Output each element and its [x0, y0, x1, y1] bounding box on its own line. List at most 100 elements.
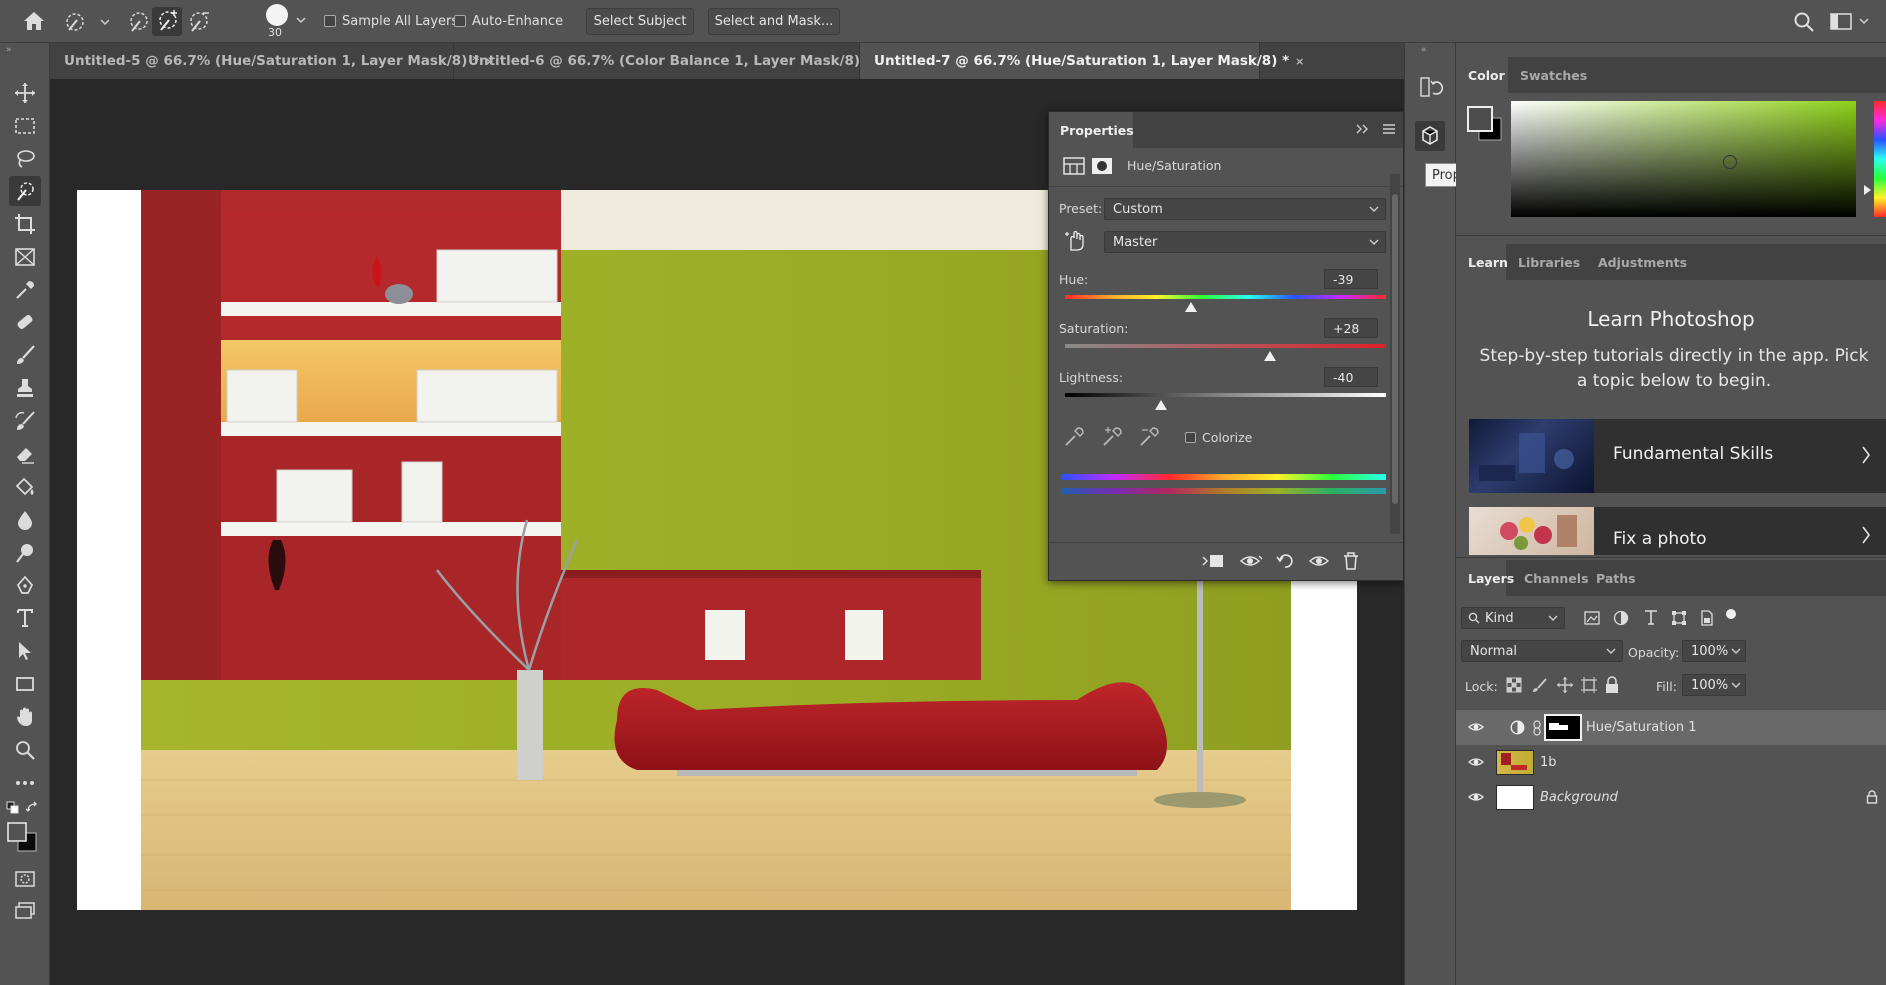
layer-mask-thumbnail[interactable]: [1544, 714, 1582, 741]
eyedropper-tool-icon[interactable]: [9, 275, 41, 305]
filter-smart-object-icon[interactable]: [1699, 610, 1715, 626]
hand-tool-icon[interactable]: [9, 702, 41, 732]
swap-colors-icon[interactable]: [26, 801, 40, 815]
lightness-slider-thumb[interactable]: [1155, 400, 1168, 410]
path-selection-tool-icon[interactable]: [9, 636, 41, 666]
reset-icon[interactable]: [1275, 551, 1295, 571]
lasso-tool-icon[interactable]: [9, 144, 41, 174]
more-tools-icon[interactable]: [9, 768, 41, 798]
expand-icon[interactable]: «: [1421, 45, 1427, 55]
collapse-panel-icon[interactable]: [1355, 123, 1369, 135]
workspace-icon[interactable]: [1830, 12, 1870, 32]
chevron-down-icon[interactable]: [1731, 647, 1741, 655]
filter-toggle[interactable]: [1726, 609, 1736, 619]
move-tool-icon[interactable]: [9, 78, 41, 108]
quick-selection-tool-preset-icon[interactable]: [63, 10, 109, 34]
history-brush-tool-icon[interactable]: [9, 406, 41, 436]
clip-to-layer-icon[interactable]: [1201, 552, 1225, 570]
close-icon[interactable]: ×: [1295, 55, 1304, 68]
new-selection-brush-icon[interactable]: [124, 9, 152, 35]
lock-transparent-icon[interactable]: [1506, 677, 1522, 693]
brush-size-preview[interactable]: [266, 4, 288, 26]
tutorial-card-fundamental-skills[interactable]: Fundamental Skills: [1469, 419, 1886, 493]
quick-selection-tool-icon[interactable]: [9, 176, 41, 206]
history-panel-icon[interactable]: [1419, 75, 1443, 99]
hue-slider-track[interactable]: [1065, 295, 1386, 299]
filter-shape-icon[interactable]: [1671, 610, 1687, 626]
filter-type-icon[interactable]: [1643, 609, 1659, 625]
paint-bucket-tool-icon[interactable]: [9, 472, 41, 502]
channel-dropdown[interactable]: Master: [1104, 231, 1386, 253]
hue-value-input[interactable]: -39: [1324, 269, 1378, 289]
eye-icon[interactable]: [1468, 791, 1484, 803]
tab-learn[interactable]: Learn: [1456, 244, 1508, 280]
tab-adjustments[interactable]: Adjustments: [1586, 244, 1699, 280]
eraser-tool-icon[interactable]: [9, 439, 41, 469]
properties-panel-icon[interactable]: [1415, 121, 1445, 151]
tab-paths[interactable]: Paths: [1584, 560, 1648, 596]
auto-enhance-checkbox[interactable]: [454, 15, 466, 27]
add-to-selection-brush-icon[interactable]: [152, 7, 182, 36]
eyedropper-plus-icon[interactable]: [1101, 426, 1123, 448]
dodge-tool-icon[interactable]: [9, 538, 41, 568]
default-colors-icon[interactable]: [6, 801, 20, 815]
properties-panel[interactable]: Properties Hue/Saturation Preset: Custom…: [1048, 111, 1404, 581]
rectangle-tool-icon[interactable]: [9, 669, 41, 699]
clone-stamp-tool-icon[interactable]: [9, 373, 41, 403]
link-icon[interactable]: [1532, 720, 1542, 736]
select-subject-button[interactable]: Select Subject: [586, 8, 694, 35]
filter-pixel-icon[interactable]: [1584, 610, 1600, 626]
layer-row-background[interactable]: Background: [1456, 780, 1886, 815]
select-and-mask-button[interactable]: Select and Mask...: [708, 8, 840, 35]
blur-tool-icon[interactable]: [9, 505, 41, 535]
opacity-field[interactable]: 100%: [1682, 640, 1746, 662]
quick-mask-icon[interactable]: [9, 864, 41, 894]
lock-pixels-icon[interactable]: [1532, 677, 1548, 693]
crop-tool-icon[interactable]: [9, 209, 41, 239]
saturation-slider-thumb[interactable]: [1264, 351, 1277, 361]
filter-adjustment-icon[interactable]: [1613, 610, 1629, 626]
lightness-slider-track[interactable]: [1065, 393, 1386, 397]
screen-mode-icon[interactable]: [9, 896, 41, 926]
eye-icon[interactable]: [1468, 721, 1484, 733]
chevron-down-icon[interactable]: [1731, 681, 1741, 689]
blend-mode-dropdown[interactable]: Normal: [1461, 640, 1623, 662]
trash-icon[interactable]: [1343, 552, 1359, 570]
eyedropper-icon[interactable]: [1063, 426, 1085, 448]
home-icon[interactable]: [22, 10, 46, 32]
chevron-down-icon[interactable]: [296, 16, 306, 24]
eyedropper-minus-icon[interactable]: [1138, 426, 1160, 448]
type-tool-icon[interactable]: [9, 603, 41, 633]
tutorial-card-fix-a-photo[interactable]: Fix a photo: [1469, 507, 1886, 555]
preset-dropdown[interactable]: Custom: [1104, 198, 1386, 220]
layer-mask-icon[interactable]: [1091, 157, 1113, 175]
layer-filter-dropdown[interactable]: Kind: [1461, 607, 1565, 629]
subtract-from-selection-brush-icon[interactable]: [184, 9, 212, 35]
hue-slider-thumb[interactable]: [1184, 302, 1197, 312]
saturation-slider-track[interactable]: [1065, 344, 1386, 348]
eye-icon[interactable]: [1468, 756, 1484, 768]
saturation-value-input[interactable]: +28: [1324, 318, 1378, 338]
tab-layers[interactable]: Layers: [1456, 560, 1514, 596]
targeted-adjustment-icon[interactable]: [1063, 228, 1087, 252]
view-previous-state-icon[interactable]: [1239, 552, 1263, 570]
layer-name[interactable]: 1b: [1540, 755, 1557, 770]
tab-libraries[interactable]: Libraries: [1506, 244, 1592, 280]
color-swatches-icon[interactable]: [6, 821, 42, 855]
lock-position-icon[interactable]: [1556, 676, 1574, 694]
brush-tool-icon[interactable]: [9, 340, 41, 370]
tab-untitled-7[interactable]: Untitled-7 @ 66.7% (Hue/Saturation 1, La…: [860, 43, 1304, 79]
pen-tool-icon[interactable]: [9, 571, 41, 601]
sample-all-layers-checkbox[interactable]: [324, 15, 336, 27]
layer-name[interactable]: Background: [1540, 790, 1618, 805]
properties-tab[interactable]: Properties: [1049, 112, 1134, 148]
hue-spectrum-marker[interactable]: [1864, 185, 1871, 195]
panel-scrollbar[interactable]: [1390, 174, 1400, 534]
tab-swatches[interactable]: Swatches: [1508, 57, 1599, 93]
layer-row-hue-saturation-1[interactable]: Hue/Saturation 1: [1456, 710, 1886, 745]
lock-artboard-icon[interactable]: [1580, 676, 1598, 694]
zoom-tool-icon[interactable]: [9, 735, 41, 765]
panel-menu-icon[interactable]: [1382, 123, 1396, 135]
frame-tool-icon[interactable]: [9, 242, 41, 272]
colorize-checkbox[interactable]: [1185, 432, 1196, 443]
